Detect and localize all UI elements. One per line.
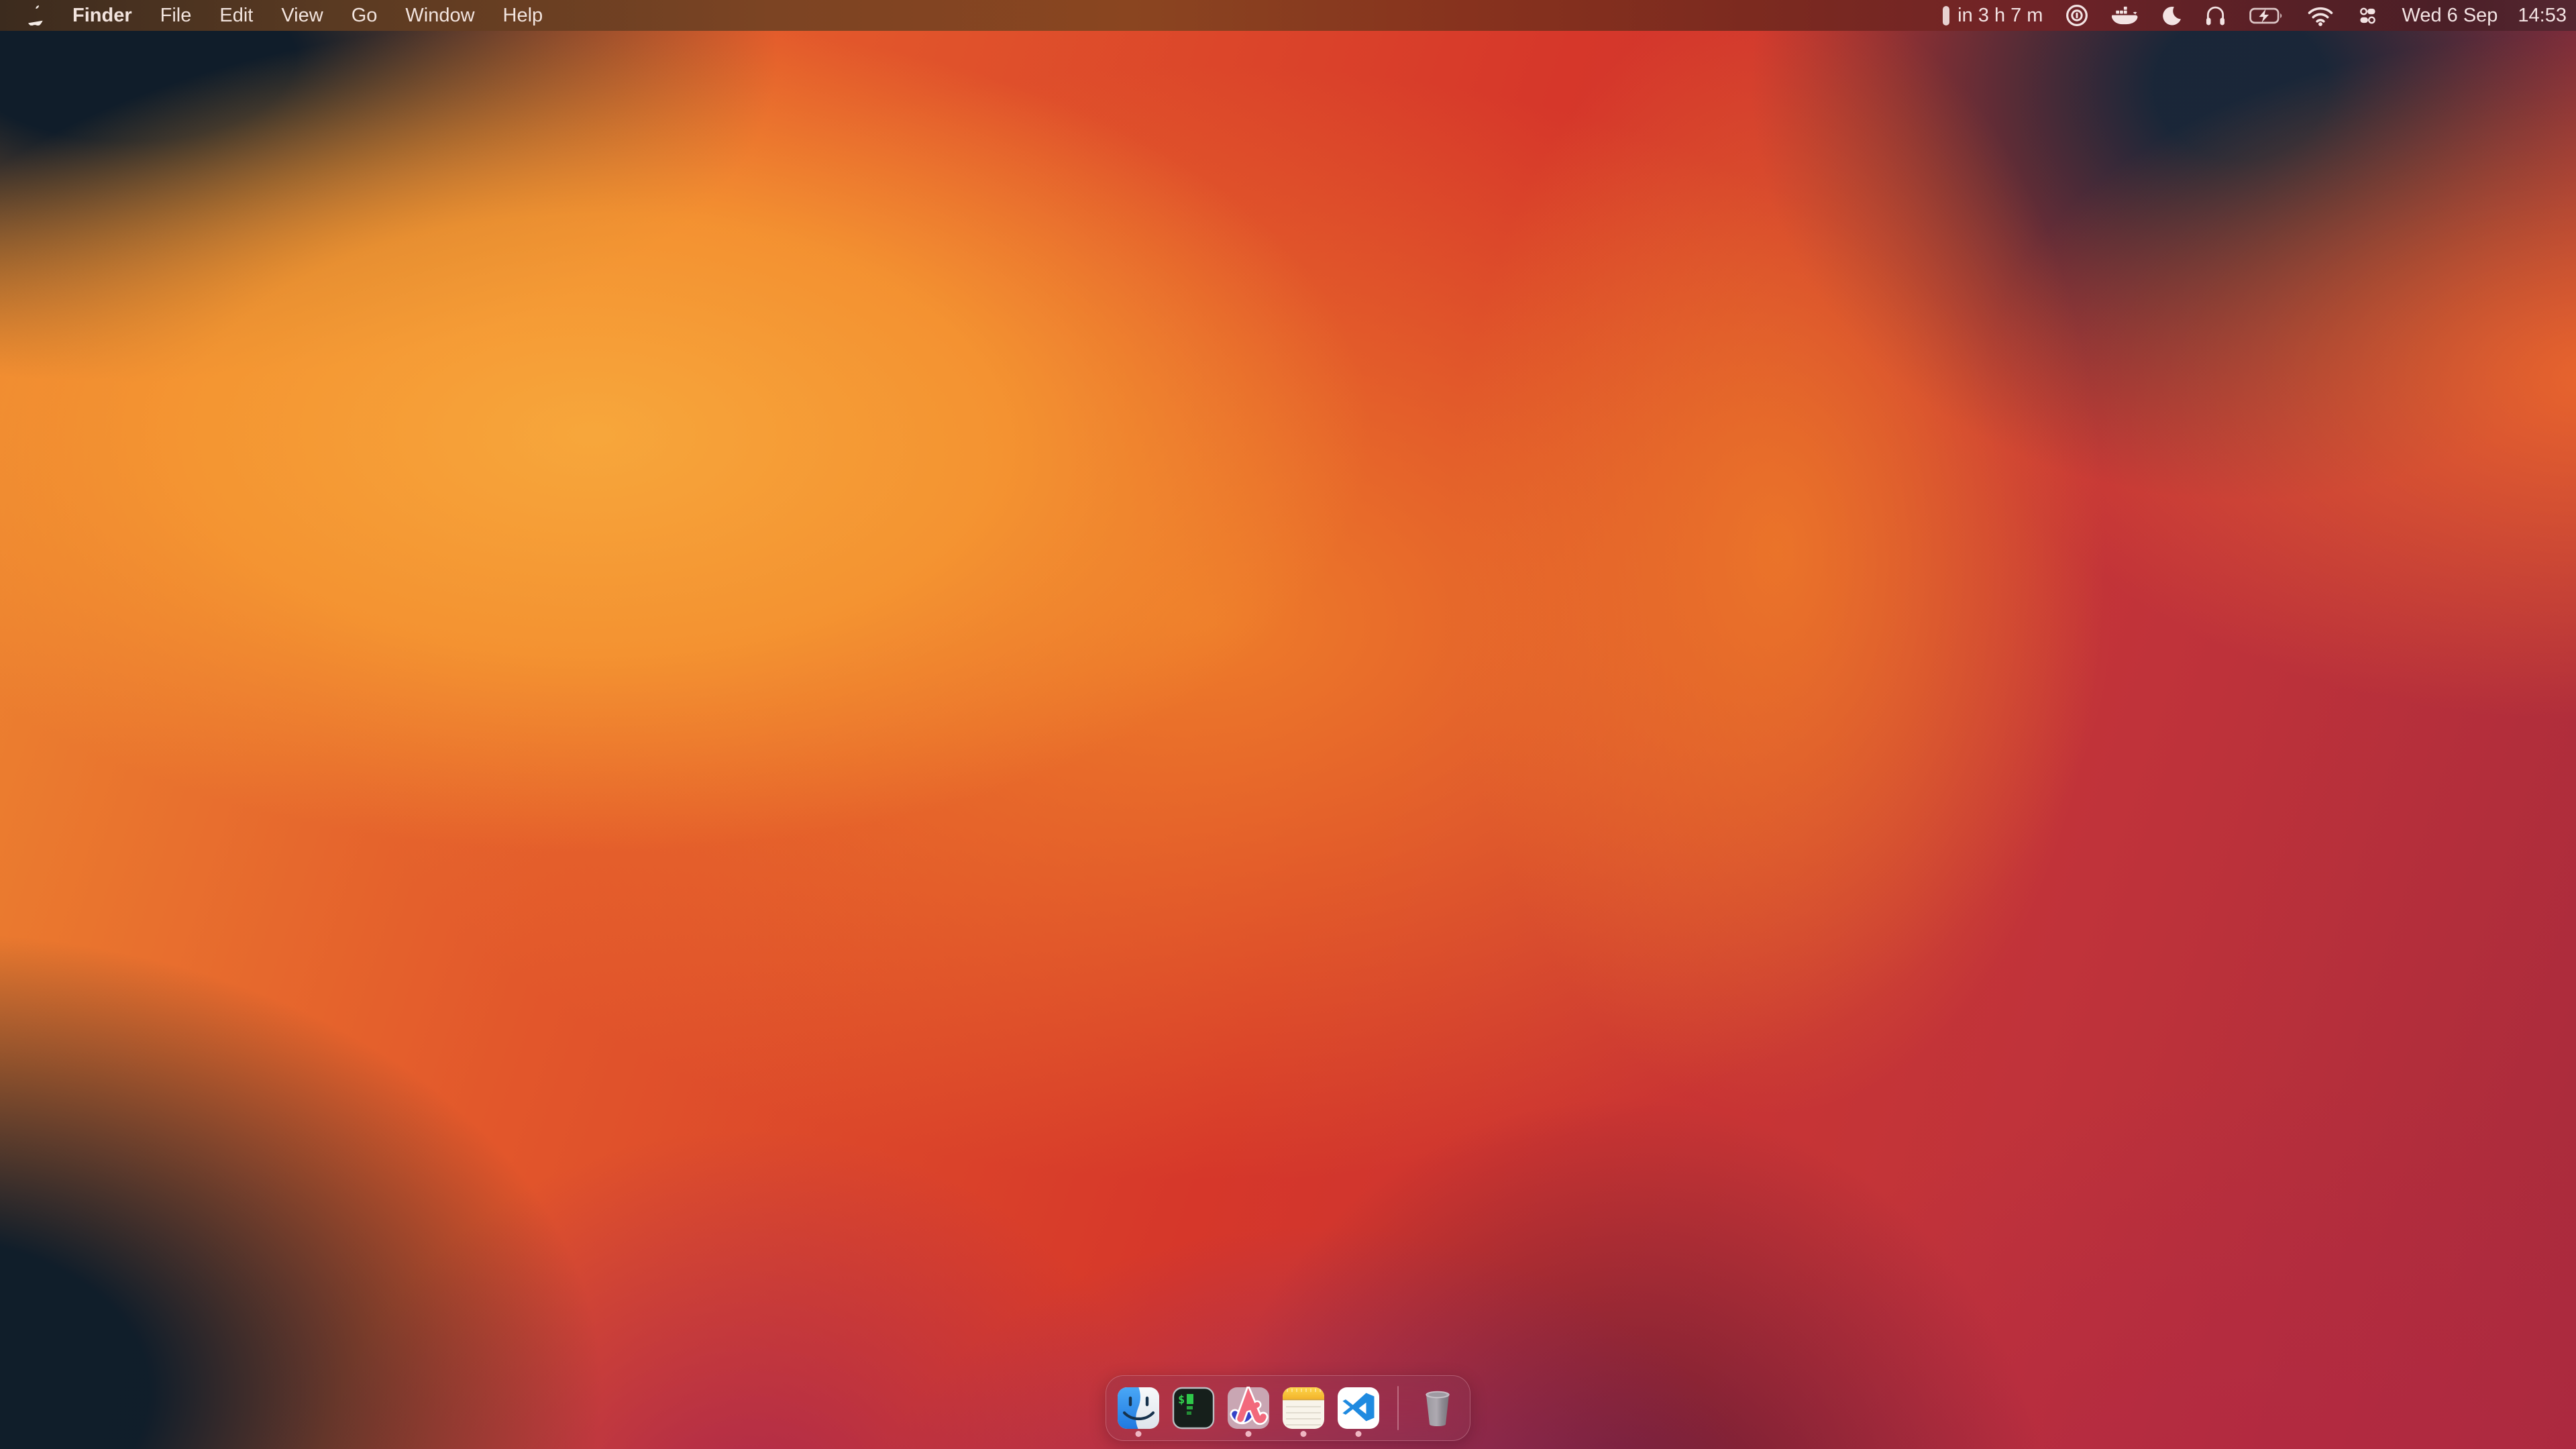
menu-go[interactable]: Go [337,0,392,31]
menu-view[interactable]: View [267,0,337,31]
wifi-icon [2307,5,2334,26]
battery-charging-icon [2249,7,2284,25]
control-center-icon [2357,5,2379,27]
finder-face-icon [1117,1387,1160,1430]
dock-item-notes[interactable] [1282,1376,1325,1440]
running-indicator [1246,1431,1252,1437]
timer-status-label: in 3 h 7 m [1957,5,2043,27]
dock: $ [1106,1375,1470,1441]
headphones-icon [2204,5,2226,27]
dock-item-vscode[interactable] [1337,1376,1380,1440]
focus-status-item[interactable] [2161,0,2182,31]
running-indicator [1301,1431,1307,1437]
dock-item-finder[interactable] [1117,1376,1160,1440]
arc-letter-a-icon [1227,1387,1270,1430]
running-indicator [1136,1431,1142,1437]
docker-whale-icon [2111,5,2138,26]
dock-item-terminal[interactable]: $ [1172,1376,1215,1440]
dock-separator [1397,1386,1399,1430]
menu-file[interactable]: File [146,0,206,31]
running-indicator [1356,1431,1362,1437]
wifi-status-item[interactable] [2307,0,2334,31]
clock-time: 14:53 [2518,5,2567,27]
notes-pad-icon [1282,1387,1325,1430]
onepassword-status-item[interactable] [2065,0,2088,31]
menu-window[interactable]: Window [391,0,488,31]
dock-item-trash[interactable] [1416,1376,1459,1440]
apple-logo-icon [27,5,44,25]
timer-bar-icon [1943,6,1949,25]
menu-edit[interactable]: Edit [205,0,267,31]
clock-date: Wed 6 Sep [2402,5,2498,27]
control-center-status-item[interactable] [2357,0,2379,31]
timer-status-item[interactable]: in 3 h 7 m [1943,0,2043,31]
battery-status-item[interactable] [2249,0,2284,31]
onepassword-keyhole-icon [2065,4,2088,27]
moon-icon [2161,5,2182,26]
terminal-prompt-icon: $ [1172,1387,1215,1430]
docker-status-item[interactable] [2111,0,2138,31]
svg-text:$: $ [1178,1393,1185,1407]
desktop-wallpaper [0,0,2576,1449]
dock-item-arc[interactable] [1227,1376,1270,1440]
apple-menu[interactable] [13,0,58,31]
menu-app-name[interactable]: Finder [58,0,146,31]
menu-help[interactable]: Help [489,0,557,31]
audio-status-item[interactable] [2204,0,2226,31]
menu-bar: Finder File Edit View Go Window Help in … [0,0,2576,31]
menu-bar-clock[interactable]: Wed 6 Sep 14:53 [2402,0,2567,31]
trash-bucket-icon [1416,1387,1459,1430]
vscode-mark-icon [1337,1387,1380,1430]
menu-bar-left: Finder File Edit View Go Window Help [0,0,557,31]
menu-bar-status: in 3 h 7 m [1943,0,2576,31]
